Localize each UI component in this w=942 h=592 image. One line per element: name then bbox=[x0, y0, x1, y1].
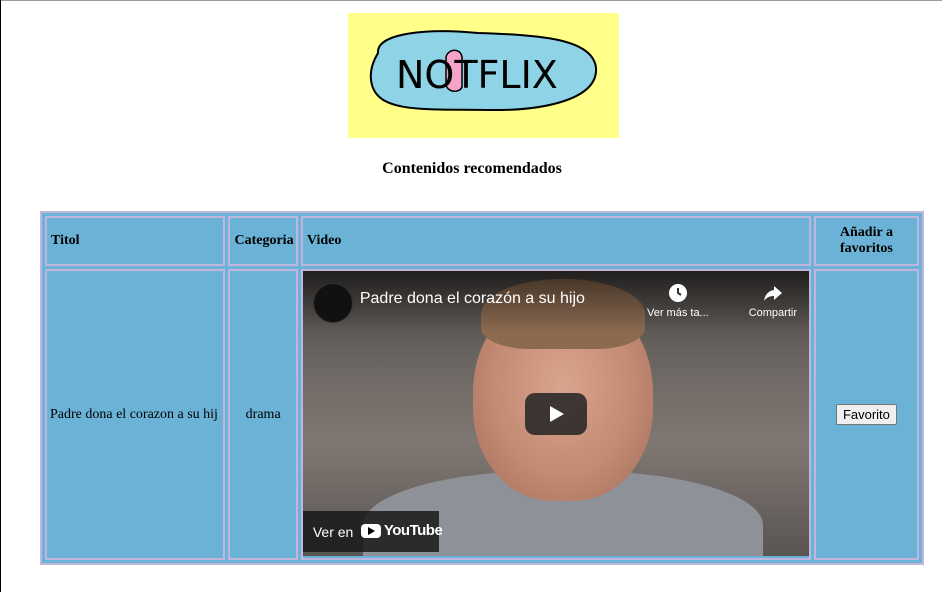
page-title: Contenidos recomendados bbox=[382, 160, 562, 177]
share-label: Compartir bbox=[748, 307, 797, 319]
watch-later-button[interactable]: Ver más ta... bbox=[638, 283, 718, 319]
watch-on-youtube-button[interactable]: Ver en YouTube bbox=[302, 511, 443, 552]
clock-icon bbox=[668, 284, 687, 302]
share-icon bbox=[763, 286, 782, 301]
video-title[interactable]: Padre dona el corazón a su hijo bbox=[360, 290, 585, 308]
logo-text: NOTFLIX bbox=[396, 53, 558, 97]
youtube-wordmark: YouTube bbox=[383, 522, 443, 539]
cell-video: Padre dona el corazón a su hijo Ver más … bbox=[300, 269, 811, 560]
logo-drawing: NOTFLIX bbox=[369, 30, 598, 112]
recommended-table: Titol Categoria Video Añadir a favoritos… bbox=[40, 211, 924, 565]
watch-on-label: Ver en bbox=[312, 524, 354, 540]
channel-avatar[interactable] bbox=[312, 283, 353, 323]
window-top-line bbox=[1, 0, 942, 1]
watch-later-label: Ver más ta... bbox=[646, 307, 709, 319]
cell-title: Padre dona el corazon a su hij bbox=[45, 269, 226, 560]
cell-category: drama bbox=[228, 269, 298, 560]
cell-favorite: Favorito bbox=[813, 269, 919, 560]
table-header-row: Titol Categoria Video Añadir a favoritos bbox=[45, 216, 919, 266]
youtube-play-icon bbox=[360, 524, 381, 538]
favorite-button[interactable]: Favorito bbox=[835, 404, 897, 425]
header-video: Video bbox=[300, 216, 811, 266]
header-titol: Titol bbox=[45, 216, 226, 266]
table-row: Padre dona el corazon a su hij drama Pad… bbox=[45, 269, 919, 560]
header-favoritos: Añadir a favoritos bbox=[813, 216, 919, 266]
play-button[interactable] bbox=[524, 393, 587, 435]
notflix-logo: NOTFLIX bbox=[348, 13, 619, 138]
header-categoria: Categoria bbox=[228, 216, 298, 266]
share-button[interactable]: Compartir bbox=[733, 283, 809, 319]
youtube-embed[interactable]: Padre dona el corazón a su hijo Ver más … bbox=[302, 271, 809, 556]
